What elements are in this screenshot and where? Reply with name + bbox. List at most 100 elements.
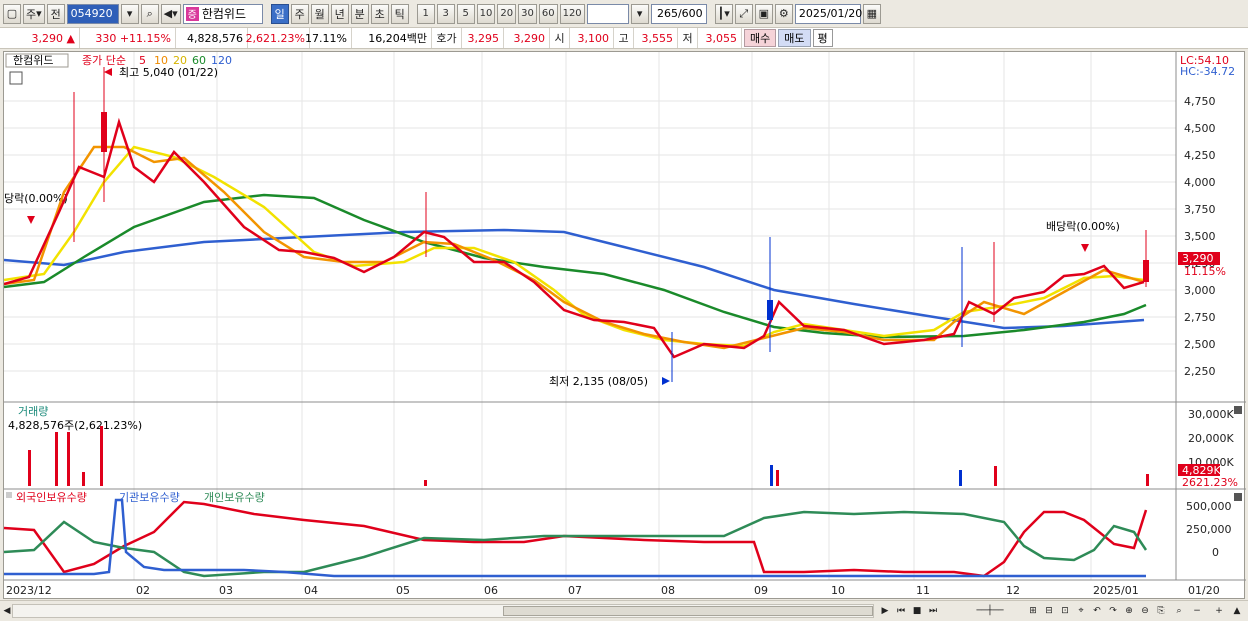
period-tick[interactable]: 틱 (390, 3, 409, 24)
x-tick: 04 (304, 584, 318, 597)
turnover-rate: 17.11% (305, 28, 352, 48)
zoom-in-icon[interactable]: ⊕ (1122, 604, 1136, 618)
last-price-pct: 11.15% (1184, 265, 1226, 278)
stock-name-box[interactable]: 증 한컴위드 (182, 3, 263, 24)
forward-icon[interactable]: ⏭ (926, 604, 940, 618)
save-icon[interactable]: ▣ (754, 3, 773, 24)
y-tick: 4,750 (1184, 95, 1216, 108)
zoom-out-icon[interactable]: ⊖ (1138, 604, 1152, 618)
gear-icon[interactable]: ⚙ (774, 3, 793, 24)
chart-area[interactable]: 한컴위드 종가 단순 5 10 20 60 120 최고 5,040 (01/2… (3, 51, 1246, 599)
minus-icon[interactable]: − (1190, 604, 1204, 618)
period-day[interactable]: 일 (270, 3, 289, 24)
legend-institution: 기관보유수량 (119, 491, 180, 504)
expand-icon[interactable]: ▲ (1230, 604, 1244, 618)
date-input[interactable]: 2025/01/20 (794, 3, 862, 24)
draw-tool-icon[interactable]: ⤢ (734, 3, 753, 24)
y-tick: 4,250 (1184, 149, 1216, 162)
speaker-icon[interactable]: ◀▾ (160, 3, 181, 24)
legend-marker-icon (6, 492, 12, 498)
trade-amount: 16,204백만 (352, 28, 432, 48)
x-tick: 2025/01 (1093, 584, 1139, 597)
search-icon[interactable]: ⌕ (140, 3, 159, 24)
table-icon[interactable] (9, 71, 23, 85)
stock-name: 한컴위드 (201, 7, 247, 21)
ma60-line (3, 193, 1147, 339)
close-panel-icon[interactable] (1234, 406, 1242, 414)
buy-button[interactable]: 매수 (744, 29, 777, 47)
interval-20[interactable]: 20 (497, 3, 517, 24)
volume-y-axis: 30,000K 20,000K 10,000K (1188, 408, 1234, 469)
low-arrow-icon (662, 377, 670, 385)
y-tick: 500,000 (1186, 500, 1232, 513)
legend-individual: 개인보유수량 (204, 491, 265, 504)
x-tick: 07 (568, 584, 582, 597)
redo-icon[interactable]: ↷ (1106, 604, 1120, 618)
y-tick: 30,000K (1188, 408, 1234, 421)
search-icon[interactable]: ⌕ (1172, 604, 1186, 618)
right-arrow-icon (1081, 244, 1089, 252)
layout-icon[interactable]: ⊞ (1026, 604, 1040, 618)
volume-value: 4,828,576 (176, 28, 248, 48)
scroll-thumb[interactable] (503, 606, 873, 616)
low-price: 3,055 (698, 28, 742, 48)
x-tick: 09 (754, 584, 768, 597)
y-tick: 2,250 (1184, 365, 1216, 378)
period-year[interactable]: 년 (330, 3, 349, 24)
crosshair-icon[interactable]: ⌖ (1074, 604, 1088, 618)
current-price: 3,290 ▲ (0, 28, 80, 48)
toolbar: ▢ 주 ▾ 전 054920 ▾ ⌕ ◀▾ 증 한컴위드 일 주 월 년 분 초 틱… (0, 0, 1248, 28)
scroll-right-icon[interactable]: ▶ (878, 604, 892, 618)
candle-icon[interactable]: ┃▾ (714, 3, 733, 24)
interval-dropdown-icon[interactable]: ▾ (630, 3, 649, 24)
interval-3[interactable]: 3 (436, 3, 455, 24)
interval-1[interactable]: 1 (416, 3, 435, 24)
rewind-icon[interactable]: ⏮ (894, 604, 908, 618)
x-tick: 11 (916, 584, 930, 597)
interval-30[interactable]: 30 (518, 3, 537, 24)
count-total: /600 (677, 7, 703, 20)
count-input[interactable]: 265/600 (650, 3, 707, 24)
window-icon[interactable]: ▢ (3, 3, 21, 24)
interval-custom-input[interactable] (586, 3, 629, 24)
quote-price: 3,295 (462, 28, 504, 48)
zoom-slider[interactable]: ──┼── (960, 604, 1020, 618)
left-arrow-icon (27, 216, 35, 224)
count-value: 265 (656, 7, 678, 20)
ma10-line (3, 145, 1145, 350)
low-label: 저 (678, 28, 698, 48)
interval-10[interactable]: 10 (476, 3, 496, 24)
stock-code-input[interactable]: 054920 (66, 3, 119, 24)
period-minute[interactable]: 분 (350, 3, 369, 24)
interval-120[interactable]: 120 (559, 3, 585, 24)
prev-button[interactable]: 전 (46, 3, 65, 24)
y-tick: 3,000 (1184, 284, 1216, 297)
period-month[interactable]: 월 (310, 3, 329, 24)
left-annotation: 당락(0.00%) (4, 192, 68, 205)
market-select[interactable]: 주 ▾ (23, 3, 45, 24)
x-tick: 08 (661, 584, 675, 597)
sell-button[interactable]: 매도 (778, 29, 811, 47)
close-panel-icon[interactable] (1234, 493, 1242, 501)
y-tick: 3,750 (1184, 203, 1216, 216)
plus-icon[interactable]: + (1212, 604, 1226, 618)
period-week[interactable]: 주 (290, 3, 309, 24)
scrollbar[interactable] (12, 604, 874, 618)
volume-bars (28, 426, 1149, 486)
high-arrow-icon (104, 68, 112, 76)
flat-button[interactable]: 평 (812, 29, 833, 47)
y-tick: 2,750 (1184, 311, 1216, 324)
layout-icon-3[interactable]: ⊡ (1058, 604, 1072, 618)
interval-5[interactable]: 5 (456, 3, 475, 24)
dropdown-icon[interactable]: ▾ (120, 3, 139, 24)
calendar-icon[interactable]: ▦ (862, 3, 881, 24)
period-second[interactable]: 초 (370, 3, 389, 24)
volume-title: 거래량 (18, 405, 48, 418)
undo-icon[interactable]: ↶ (1090, 604, 1104, 618)
copy-icon[interactable]: ⎘ (1154, 604, 1168, 618)
x-tick: 10 (831, 584, 845, 597)
y-tick: 4,000 (1184, 176, 1216, 189)
interval-60[interactable]: 60 (538, 3, 558, 24)
stop-icon[interactable]: ■ (910, 604, 924, 618)
layout-icon-2[interactable]: ⊟ (1042, 604, 1056, 618)
